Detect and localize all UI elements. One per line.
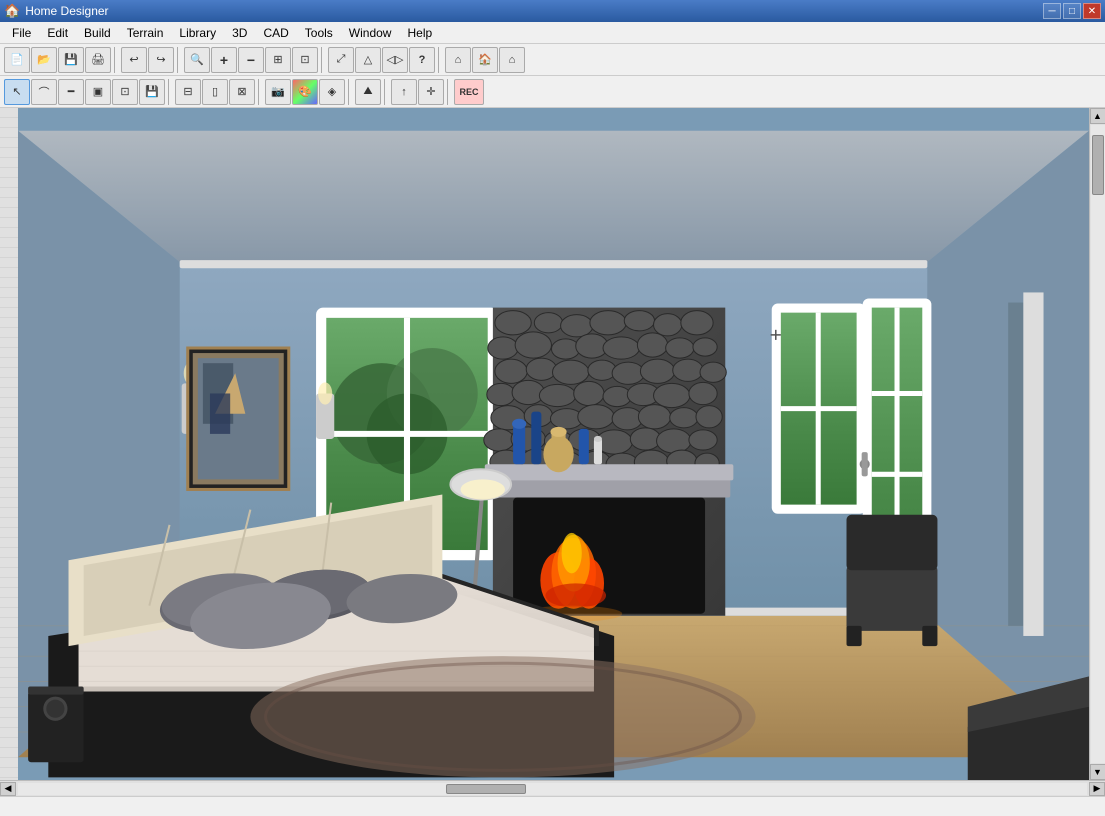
sep3 — [321, 47, 325, 73]
zoom-realtime-button[interactable]: 🔍 — [184, 47, 210, 73]
scroll-track[interactable] — [1091, 125, 1105, 763]
sep5 — [168, 79, 172, 105]
material-button[interactable]: ◈ — [319, 79, 345, 105]
room-button[interactable]: ▣ — [85, 79, 111, 105]
move-button[interactable]: ✛ — [418, 79, 444, 105]
stairs-button[interactable]: ⊟ — [175, 79, 201, 105]
app-title: Home Designer — [25, 4, 108, 18]
zoom-fit-button[interactable]: ⊞ — [265, 47, 291, 73]
window-button[interactable]: ⊠ — [229, 79, 255, 105]
sep8 — [384, 79, 388, 105]
scroll-thumb[interactable] — [1092, 135, 1104, 195]
save-button[interactable]: 💾 — [58, 47, 84, 73]
zoom-out-button[interactable]: − — [238, 47, 264, 73]
house1-button[interactable]: ⌂ — [445, 47, 471, 73]
sep4 — [438, 47, 442, 73]
toolbar2: ↖ ⌒ ━ ▣ ⊡ 💾 ⊟ ▯ ⊠ 📷 🎨 ◈ ⛰ ↑ ✛ REC — [0, 76, 1105, 108]
title-bar-left: 🏠 Home Designer — [4, 3, 109, 19]
scroll-up-button[interactable]: ▲ — [1090, 108, 1105, 124]
sep6 — [258, 79, 262, 105]
sep7 — [348, 79, 352, 105]
save2-button[interactable]: 💾 — [139, 79, 165, 105]
pan-button[interactable]: ⤢ — [328, 47, 354, 73]
minimize-button[interactable]: ─ — [1043, 3, 1061, 19]
undo-button[interactable]: ↩ — [121, 47, 147, 73]
open-button[interactable]: 📂 — [31, 47, 57, 73]
maximize-button[interactable]: □ — [1063, 3, 1081, 19]
paint-button[interactable]: 🎨 — [292, 79, 318, 105]
menu-edit[interactable]: Edit — [39, 24, 76, 42]
menu-bar: File Edit Build Terrain Library 3D CAD T… — [0, 22, 1105, 44]
help-button[interactable]: ? — [409, 47, 435, 73]
sep9 — [447, 79, 451, 105]
title-bar: 🏠 Home Designer ─ □ ✕ — [0, 0, 1105, 22]
menu-file[interactable]: File — [4, 24, 39, 42]
scroll-down-button[interactable]: ▼ — [1090, 764, 1105, 780]
menu-terrain[interactable]: Terrain — [119, 24, 172, 42]
select-button[interactable]: ↖ — [4, 79, 30, 105]
redo-button[interactable]: ↪ — [148, 47, 174, 73]
terrain-tool-button[interactable]: ⛰ — [355, 79, 381, 105]
new-button[interactable]: 📄 — [4, 47, 30, 73]
cabinet-button[interactable]: ⊡ — [112, 79, 138, 105]
house3-button[interactable]: ⌂ — [499, 47, 525, 73]
menu-library[interactable]: Library — [171, 24, 224, 42]
toolbar1: 📄 📂 💾 🖨 ↩ ↪ 🔍 + − ⊞ ⊡ ⤢ △ ◁▷ ? ⌂ 🏠 ⌂ — [0, 44, 1105, 76]
room-scene — [18, 108, 1089, 780]
bottom-scrollbar[interactable]: ◀ ▶ — [0, 780, 1105, 796]
hscroll-track[interactable] — [18, 783, 1087, 795]
tilt-button[interactable]: ◁▷ — [382, 47, 408, 73]
sep2 — [177, 47, 181, 73]
menu-help[interactable]: Help — [399, 24, 440, 42]
left-ruler — [0, 108, 18, 780]
menu-build[interactable]: Build — [76, 24, 119, 42]
scroll-left-button[interactable]: ◀ — [0, 782, 16, 796]
viewport[interactable] — [18, 108, 1089, 780]
camera-button[interactable]: 📷 — [265, 79, 291, 105]
house2-button[interactable]: 🏠 — [472, 47, 498, 73]
scroll-right-button[interactable]: ▶ — [1089, 782, 1105, 796]
menu-tools[interactable]: Tools — [297, 24, 341, 42]
app-icon: 🏠 — [4, 3, 20, 19]
menu-3d[interactable]: 3D — [224, 24, 255, 42]
sep1 — [114, 47, 118, 73]
right-scrollbar[interactable]: ▲ ▼ — [1089, 108, 1105, 780]
zoom-in-button[interactable]: + — [211, 47, 237, 73]
door-button[interactable]: ▯ — [202, 79, 228, 105]
arrow-up-button[interactable]: ↑ — [391, 79, 417, 105]
rec-button[interactable]: REC — [454, 79, 484, 105]
up-button[interactable]: △ — [355, 47, 381, 73]
close-button[interactable]: ✕ — [1083, 3, 1101, 19]
hscroll-thumb[interactable] — [446, 784, 526, 794]
status-bar — [0, 796, 1105, 816]
title-bar-controls[interactable]: ─ □ ✕ — [1043, 3, 1101, 19]
menu-window[interactable]: Window — [341, 24, 400, 42]
spline-button[interactable]: ⌒ — [31, 79, 57, 105]
wall-button[interactable]: ━ — [58, 79, 84, 105]
main-area: ▲ ▼ — [0, 108, 1105, 780]
print-button[interactable]: 🖨 — [85, 47, 111, 73]
zoom-region-button[interactable]: ⊡ — [292, 47, 318, 73]
menu-cad[interactable]: CAD — [255, 24, 296, 42]
